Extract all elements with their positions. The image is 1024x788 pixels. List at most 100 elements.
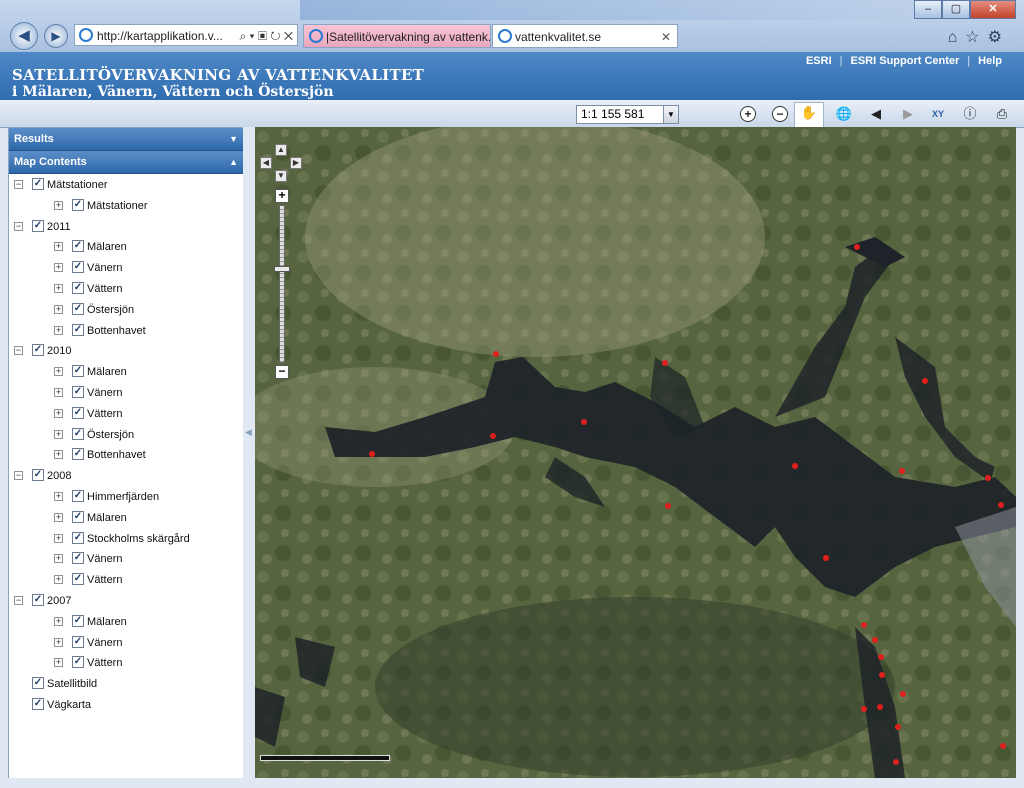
layer-checkbox[interactable]: ✓ bbox=[32, 593, 44, 606]
scale-select[interactable]: 1:1 155 581 ▼ bbox=[576, 105, 679, 124]
pan-east-icon[interactable]: ▶ bbox=[290, 157, 302, 169]
layer-checkbox[interactable]: ✓ bbox=[72, 385, 84, 398]
minimize-button[interactable]: – bbox=[914, 0, 942, 19]
panel-splitter[interactable]: ◀ bbox=[243, 127, 255, 778]
layer-checkbox[interactable]: ✓ bbox=[72, 656, 84, 669]
zoom-track[interactable] bbox=[279, 205, 285, 363]
layer-row: − ✓ 2008 bbox=[9, 466, 244, 487]
layer-checkbox[interactable]: ✓ bbox=[72, 302, 84, 315]
collapse-icon[interactable]: − bbox=[14, 346, 23, 356]
chevron-down-icon[interactable]: ▼ bbox=[229, 128, 238, 150]
expand-icon[interactable]: + bbox=[54, 575, 63, 585]
expand-icon[interactable]: + bbox=[54, 637, 63, 647]
layer-checkbox[interactable]: ✓ bbox=[32, 469, 44, 482]
layer-checkbox[interactable]: ✓ bbox=[72, 198, 84, 211]
layer-checkbox[interactable]: ✓ bbox=[72, 614, 84, 627]
chevron-down-icon[interactable]: ▼ bbox=[663, 106, 678, 123]
close-tab-icon[interactable]: ✕ bbox=[661, 25, 671, 47]
pan-west-icon[interactable]: ◀ bbox=[260, 157, 272, 169]
maximize-button[interactable]: ▢ bbox=[942, 0, 970, 19]
layer-checkbox[interactable]: ✓ bbox=[32, 344, 44, 357]
layer-checkbox[interactable]: ✓ bbox=[72, 406, 84, 419]
zoom-out-icon[interactable]: − bbox=[772, 106, 788, 122]
layer-checkbox[interactable]: ✓ bbox=[72, 531, 84, 544]
zoom-in-button[interactable]: + bbox=[275, 189, 289, 203]
layer-label: Mälaren bbox=[87, 241, 127, 254]
esri-support-link[interactable]: ESRI Support Center bbox=[843, 55, 968, 67]
collapse-icon[interactable]: − bbox=[14, 471, 23, 481]
expand-icon[interactable]: + bbox=[54, 367, 63, 377]
browser-toolbar-icons[interactable]: ⌂☆⚙ bbox=[948, 27, 1010, 47]
ie-page-icon bbox=[79, 28, 93, 42]
status-strip bbox=[0, 778, 1024, 788]
map-contents-panel-header[interactable]: Map Contents ▲ bbox=[9, 151, 244, 174]
expand-icon[interactable]: + bbox=[54, 387, 63, 397]
layer-checkbox[interactable]: ✓ bbox=[72, 427, 84, 440]
layer-checkbox[interactable]: ✓ bbox=[72, 323, 84, 336]
expand-icon[interactable]: + bbox=[54, 491, 63, 501]
pan-north-icon[interactable]: ▲ bbox=[275, 144, 287, 156]
results-panel-header[interactable]: Results ▼ bbox=[9, 128, 244, 151]
expand-icon[interactable]: + bbox=[54, 304, 63, 314]
layer-checkbox[interactable]: ✓ bbox=[72, 489, 84, 502]
expand-icon[interactable]: + bbox=[54, 533, 63, 543]
layer-checkbox[interactable]: ✓ bbox=[32, 697, 44, 710]
esri-link[interactable]: ESRI bbox=[798, 55, 840, 67]
expand-icon[interactable]: + bbox=[54, 554, 63, 564]
layer-checkbox[interactable]: ✓ bbox=[32, 178, 44, 190]
expand-icon[interactable]: + bbox=[54, 325, 63, 335]
address-bar[interactable]: http://kartapplikation.v... ⌕ ▾ ▣ ↻ ✕ bbox=[74, 24, 298, 46]
layer-checkbox[interactable]: ✓ bbox=[72, 635, 84, 648]
layer-checkbox[interactable]: ✓ bbox=[32, 219, 44, 232]
full-extent-globe-icon[interactable]: 🌐 bbox=[834, 104, 854, 124]
collapse-icon[interactable]: − bbox=[14, 221, 23, 231]
tab-satellitovervakning[interactable]: |Satellitövervakning av vattenk... bbox=[303, 24, 491, 48]
help-link[interactable]: Help bbox=[970, 55, 1010, 67]
expand-icon[interactable]: + bbox=[54, 283, 63, 293]
map-view[interactable]: ▲ ◀ ▶ ▼ + − bbox=[255, 127, 1016, 778]
layer-checkbox[interactable]: ✓ bbox=[72, 365, 84, 378]
expand-icon[interactable]: + bbox=[54, 512, 63, 522]
zoom-slider[interactable]: + − bbox=[274, 189, 290, 379]
layer-checkbox[interactable]: ✓ bbox=[32, 677, 44, 690]
expand-icon[interactable]: + bbox=[54, 658, 63, 668]
zoom-in-icon[interactable]: + bbox=[740, 106, 756, 122]
expand-icon[interactable]: + bbox=[54, 616, 63, 626]
pan-hand-icon[interactable]: ✋ bbox=[794, 102, 824, 128]
zoom-out-button[interactable]: − bbox=[275, 365, 289, 379]
zoom-thumb[interactable] bbox=[274, 265, 290, 272]
tab-vattenkvalitet[interactable]: vattenkvalitet.se ✕ bbox=[492, 24, 678, 48]
collapse-icon[interactable]: − bbox=[14, 595, 23, 605]
close-window-button[interactable]: ✕ bbox=[970, 0, 1016, 19]
pan-control[interactable]: ▲ ◀ ▶ ▼ bbox=[260, 144, 302, 184]
collapse-icon[interactable]: − bbox=[14, 180, 23, 189]
layer-checkbox[interactable]: ✓ bbox=[72, 240, 84, 253]
expand-icon[interactable]: + bbox=[54, 429, 63, 439]
layer-checkbox[interactable]: ✓ bbox=[72, 510, 84, 523]
back-icon[interactable]: ◀ bbox=[10, 22, 38, 50]
satellite-image bbox=[255, 127, 1016, 778]
xy-coordinate-icon[interactable]: XY bbox=[928, 104, 948, 124]
layer-row: − ✓ 2007 bbox=[9, 591, 244, 612]
chevron-up-icon[interactable]: ▲ bbox=[229, 151, 238, 173]
layer-checkbox[interactable]: ✓ bbox=[72, 261, 84, 274]
print-icon[interactable]: ⎙ bbox=[992, 104, 1012, 124]
expand-icon[interactable]: + bbox=[54, 200, 63, 210]
address-tools-icon[interactable]: ⌕ ▾ ▣ ↻ ✕ bbox=[240, 25, 294, 45]
pan-south-icon[interactable]: ▼ bbox=[275, 170, 287, 182]
layer-checkbox[interactable]: ✓ bbox=[72, 281, 84, 294]
expand-icon[interactable]: + bbox=[54, 242, 63, 252]
expand-icon[interactable]: + bbox=[54, 408, 63, 418]
expand-icon[interactable]: + bbox=[54, 263, 63, 273]
layer-checkbox[interactable]: ✓ bbox=[72, 448, 84, 461]
forward-extent-icon[interactable]: ▶ bbox=[898, 104, 918, 124]
layer-checkbox[interactable]: ✓ bbox=[72, 573, 84, 586]
forward-icon[interactable]: ▶ bbox=[44, 24, 68, 48]
layer-checkbox[interactable]: ✓ bbox=[72, 552, 84, 565]
back-extent-icon[interactable]: ◀ bbox=[866, 104, 886, 124]
layer-label: Bottenhavet bbox=[87, 324, 146, 337]
collapse-arrow-icon[interactable]: ◀ bbox=[245, 427, 252, 438]
expand-icon[interactable]: + bbox=[54, 450, 63, 460]
identify-info-icon[interactable]: ⓘ bbox=[960, 104, 980, 124]
layer-label: Bottenhavet bbox=[87, 449, 146, 462]
